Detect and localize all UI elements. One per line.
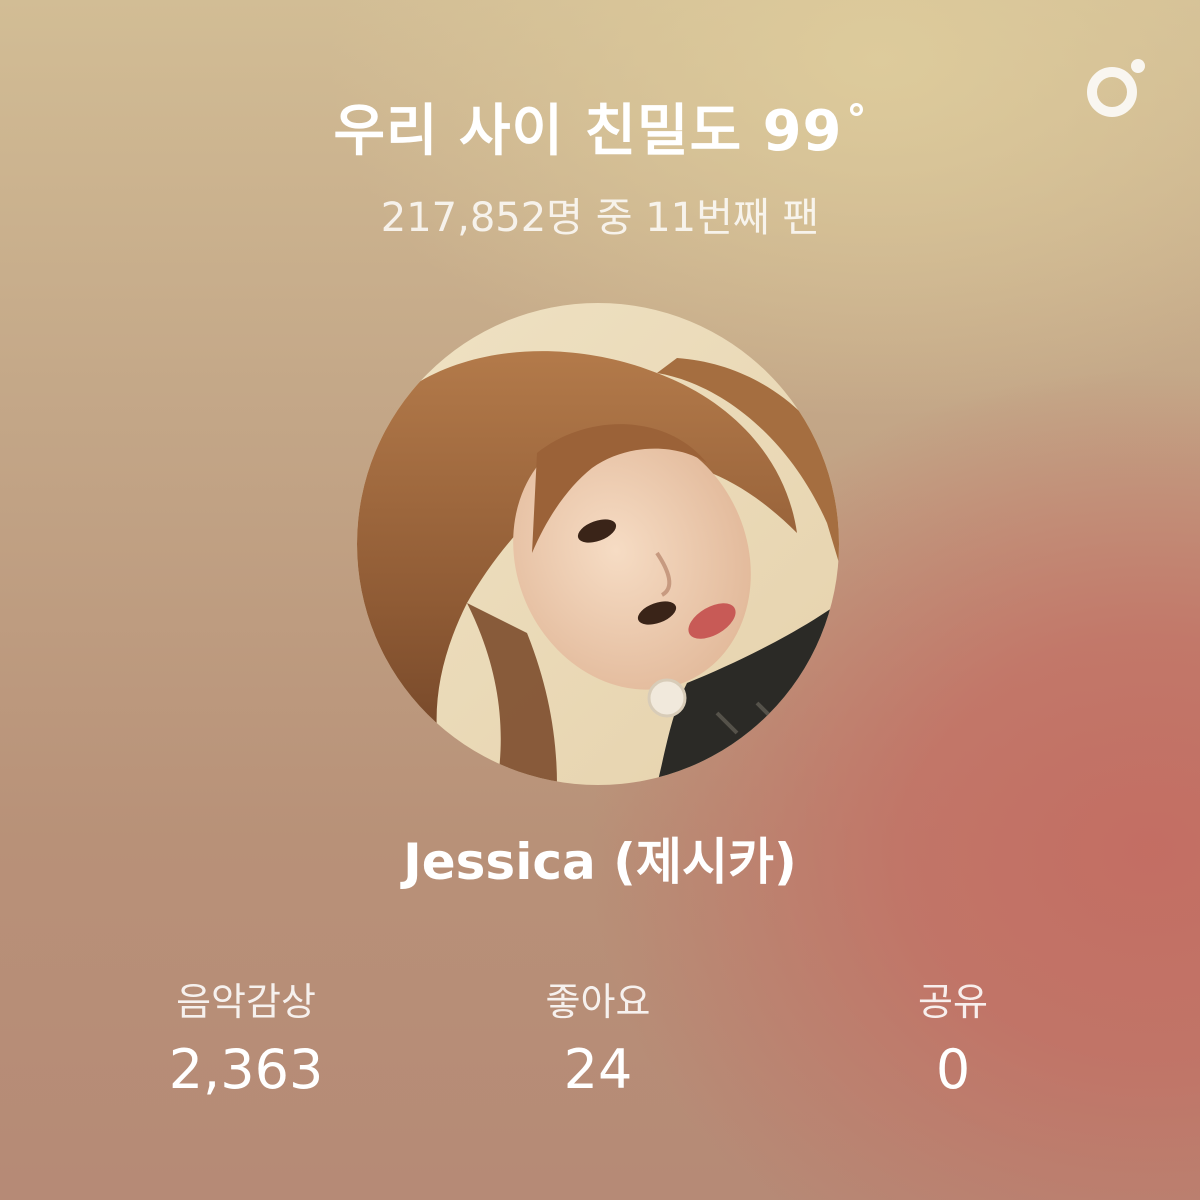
artist-portrait bbox=[357, 303, 839, 785]
stat-likes: 좋아요 24 bbox=[448, 972, 748, 1108]
fan-intimacy-card: 우리 사이 친밀도 99 ° 217,852명 중 11번째 팬 Jessica… bbox=[0, 0, 1200, 1200]
stat-label: 좋아요 bbox=[545, 980, 651, 1024]
degree-symbol: ° bbox=[846, 97, 867, 143]
artist-name: Jessica (제시카) bbox=[403, 833, 797, 891]
stat-value: 24 bbox=[563, 1038, 633, 1101]
stat-shares: 공유 0 bbox=[803, 972, 1103, 1108]
intimacy-headline: 우리 사이 친밀도 99 ° bbox=[0, 92, 1200, 172]
fan-rank-subtitle: 217,852명 중 11번째 팬 bbox=[380, 195, 820, 241]
stat-value: 0 bbox=[935, 1038, 971, 1101]
stat-label: 음악감상 bbox=[176, 980, 316, 1024]
stat-value: 2,363 bbox=[168, 1038, 324, 1101]
intimacy-title: 우리 사이 친밀도 99 bbox=[333, 99, 843, 164]
stat-music-plays: 음악감상 2,363 bbox=[96, 972, 396, 1108]
stat-label: 공유 bbox=[918, 980, 988, 1024]
